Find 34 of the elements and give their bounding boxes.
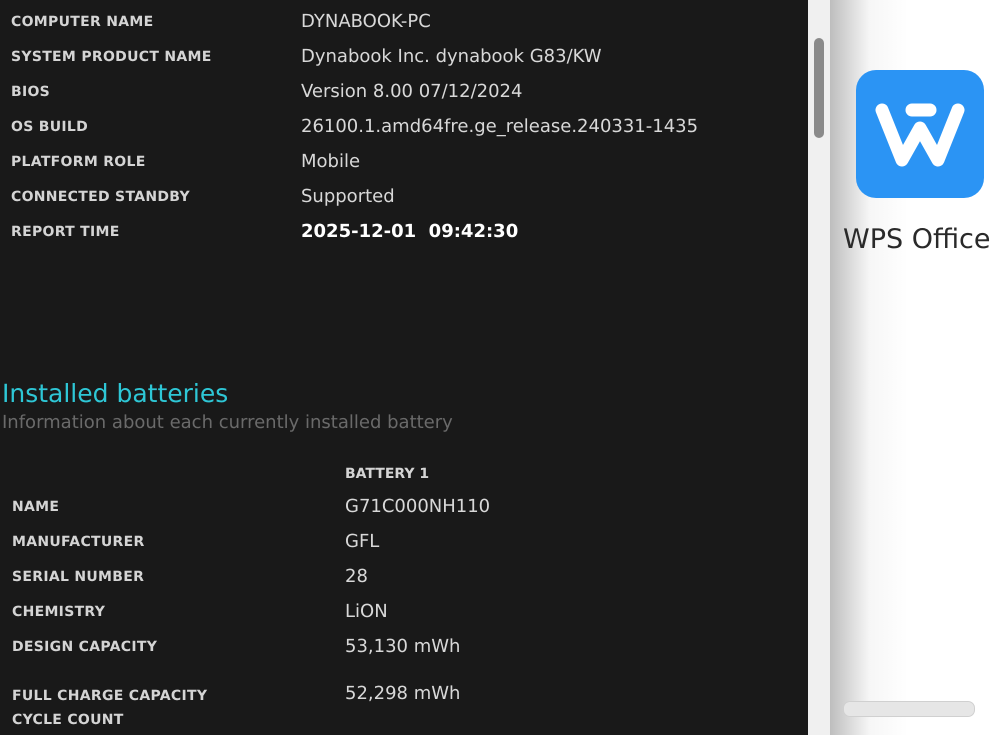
- field-label: CYCLE COUNT: [12, 712, 125, 728]
- field-label: MANUFACTURER: [12, 534, 146, 550]
- field-label: CONNECTED STANDBY: [11, 188, 191, 204]
- field-label: OS BUILD: [11, 118, 90, 134]
- field-label: SERIAL NUMBER: [12, 568, 146, 584]
- field-value: GFL: [345, 531, 380, 552]
- field-label: DESIGN CAPACITY: [12, 638, 158, 654]
- field-label: FULL CHARGE CAPACITY: [12, 688, 208, 704]
- field-value: Supported: [301, 186, 396, 207]
- field-value: Version 8.00 07/12/2024: [301, 81, 524, 102]
- field-value: LiON: [345, 601, 389, 622]
- field-label: SYSTEM PRODUCT NAME: [11, 48, 213, 64]
- field-value: Mobile: [301, 151, 362, 172]
- scrollbar[interactable]: [843, 701, 975, 717]
- field-value: Dynabook Inc. dynabook G83/KW: [301, 46, 603, 67]
- column-header: BATTERY 1: [345, 466, 430, 482]
- field-value: DYNABOOK-PC: [301, 11, 432, 32]
- field-value: 28: [345, 566, 369, 587]
- app-logo-icon: [856, 70, 984, 198]
- field-label: NAME: [12, 498, 60, 514]
- section-subtitle: Information about each currently installed battery: [2, 412, 454, 433]
- scrollbar[interactable]: [808, 0, 830, 735]
- field-value: G71C000NH110: [345, 496, 492, 517]
- field-label: PLATFORM ROLE: [11, 154, 147, 170]
- field-label: BIOS: [11, 84, 52, 100]
- field-value: 26100.1.amd64fre.ge_release.240331-1435: [301, 116, 700, 137]
- section-title: Installed batteries: [2, 379, 230, 408]
- field-value: 53,130 mWh: [345, 636, 462, 657]
- field-value: 2025-12-01 09:42:30: [301, 221, 520, 242]
- field-label: REPORT TIME: [11, 224, 121, 240]
- field-label: COMPUTER NAME: [11, 14, 154, 30]
- app-name: WPS Office: [843, 224, 991, 255]
- field-label: CHEMISTRY: [12, 604, 106, 620]
- field-value: 52,298 mWh: [345, 683, 462, 704]
